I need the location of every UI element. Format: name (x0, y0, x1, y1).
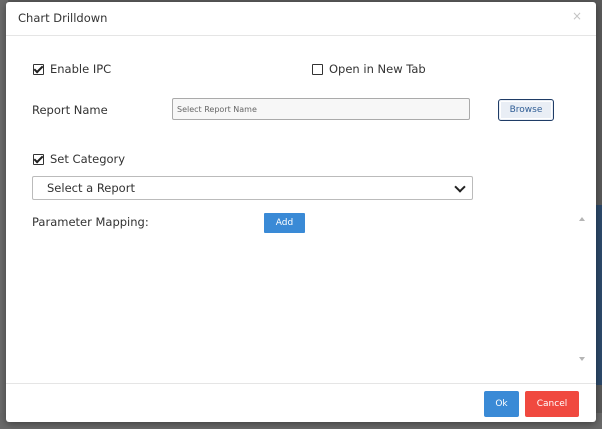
add-parameter-button[interactable]: Add (264, 213, 305, 233)
parameter-mapping-label: Parameter Mapping: (32, 215, 149, 229)
scroll-down-icon[interactable] (579, 357, 585, 361)
enable-ipc-label: Enable IPC (50, 62, 112, 76)
checkbox-icon[interactable] (312, 63, 323, 75)
modal-title: Chart Drilldown (18, 11, 108, 25)
report-name-label: Report Name (32, 103, 108, 117)
enable-ipc-checkbox[interactable]: Enable IPC (33, 62, 111, 76)
browse-button[interactable]: Browse (498, 99, 554, 121)
close-icon[interactable]: × (572, 9, 582, 23)
set-category-label: Set Category (50, 152, 126, 166)
open-new-tab-label: Open in New Tab (329, 62, 426, 76)
cancel-button[interactable]: Cancel (525, 391, 579, 417)
report-select-value: Select a Report (47, 181, 135, 195)
checkbox-icon[interactable] (33, 63, 44, 75)
modal-footer: Ok Cancel (6, 383, 596, 423)
ok-button[interactable]: Ok (484, 391, 519, 417)
checkbox-icon[interactable] (33, 153, 44, 165)
modal-header: Chart Drilldown × (6, 2, 596, 36)
scroll-up-icon[interactable] (579, 217, 585, 221)
parameter-scrollbar[interactable] (576, 210, 588, 368)
chart-drilldown-modal: Chart Drilldown × Enable IPC Open in New… (6, 2, 596, 422)
report-select[interactable]: Select a Report (32, 176, 473, 200)
open-new-tab-checkbox[interactable]: Open in New Tab (312, 62, 426, 76)
set-category-checkbox[interactable]: Set Category (33, 152, 125, 166)
chevron-down-icon (454, 181, 466, 193)
report-name-input[interactable] (172, 98, 470, 120)
